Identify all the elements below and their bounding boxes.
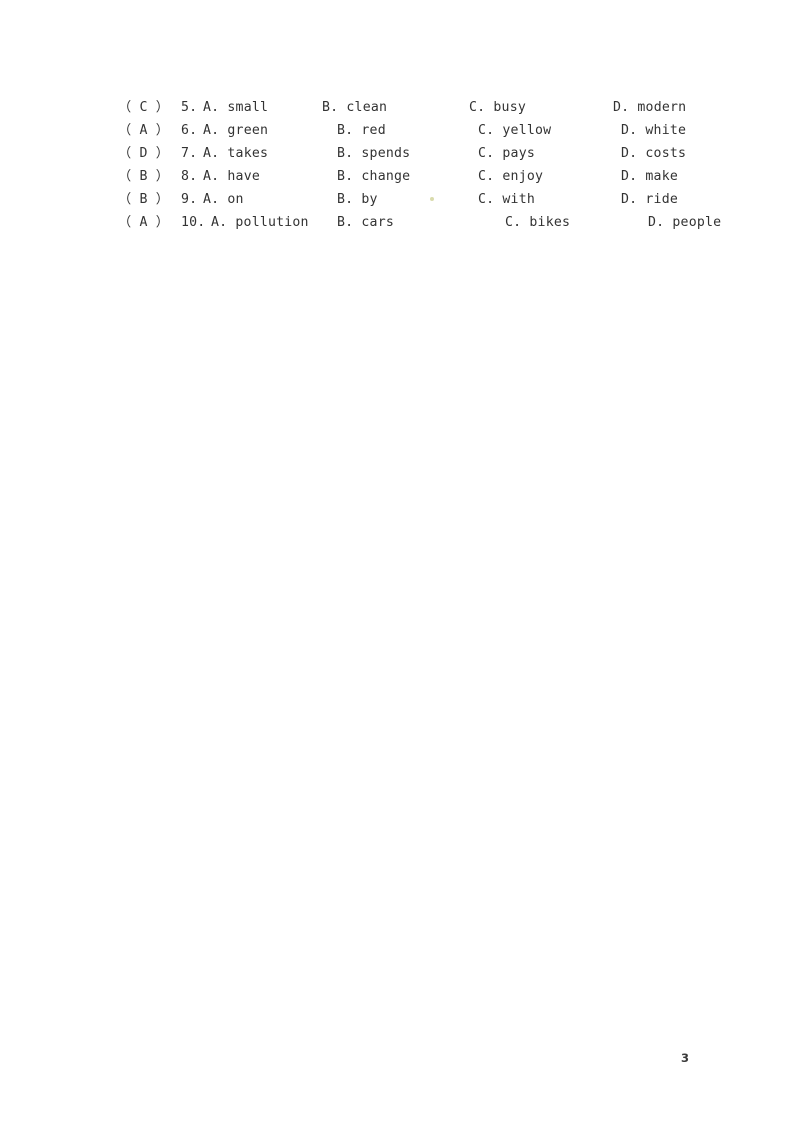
question-row-6: （ A ） 6. A. green B. red C. yellow D. wh… — [0, 122, 800, 145]
option-c-7[interactable]: C. pays — [478, 145, 535, 162]
question-number-10: 10. — [181, 215, 206, 230]
question-row-10: （ A ） 10. A. pollution B. cars C. bikes … — [0, 214, 800, 237]
option-a-7[interactable]: A. takes — [203, 145, 268, 162]
answer-marker-7: （ D ） — [118, 146, 170, 161]
option-a-5[interactable]: A. small — [203, 99, 268, 116]
question-number-7: 7. — [181, 146, 198, 161]
option-d-9[interactable]: D. ride — [621, 191, 678, 208]
option-b-7[interactable]: B. spends — [337, 145, 410, 162]
question-number-5: 5. — [181, 100, 198, 115]
option-a-9[interactable]: A. on — [203, 191, 244, 208]
answer-marker-6: （ A ） — [118, 123, 170, 138]
option-d-8[interactable]: D. make — [621, 168, 678, 185]
answer-marker-10: （ A ） — [118, 215, 170, 230]
answer-marker-8: （ B ） — [118, 169, 170, 184]
option-c-6[interactable]: C. yellow — [478, 122, 551, 139]
question-number-6: 6. — [181, 123, 198, 138]
option-b-9[interactable]: B. by — [337, 191, 378, 208]
option-a-6[interactable]: A. green — [203, 122, 268, 139]
answer-marker-9: （ B ） — [118, 192, 170, 207]
option-b-5[interactable]: B. clean — [322, 99, 387, 116]
question-row-9: （ B ） 9. A. on B. by C. with D. ride — [0, 191, 800, 214]
answer-marker-5: （ C ） — [118, 100, 170, 115]
option-d-7[interactable]: D. costs — [621, 145, 686, 162]
option-c-9[interactable]: C. with — [478, 191, 535, 208]
option-d-6[interactable]: D. white — [621, 122, 686, 139]
scan-artifact-dot — [430, 197, 434, 201]
document-page: （ C ） 5. A. small B. clean C. busy D. mo… — [0, 0, 800, 1131]
page-number: 3 — [681, 1051, 690, 1065]
option-a-8[interactable]: A. have — [203, 168, 260, 185]
option-c-10[interactable]: C. bikes — [505, 214, 570, 231]
question-row-7: （ D ） 7. A. takes B. spends C. pays D. c… — [0, 145, 800, 168]
option-c-5[interactable]: C. busy — [469, 99, 526, 116]
question-row-5: （ C ） 5. A. small B. clean C. busy D. mo… — [0, 99, 800, 122]
option-d-10[interactable]: D. people — [648, 214, 721, 231]
question-row-8: （ B ） 8. A. have B. change C. enjoy D. m… — [0, 168, 800, 191]
option-b-6[interactable]: B. red — [337, 122, 386, 139]
option-b-10[interactable]: B. cars — [337, 214, 394, 231]
option-c-8[interactable]: C. enjoy — [478, 168, 543, 185]
option-d-5[interactable]: D. modern — [613, 99, 686, 116]
option-b-8[interactable]: B. change — [337, 168, 410, 185]
question-number-9: 9. — [181, 192, 198, 207]
question-number-8: 8. — [181, 169, 198, 184]
option-a-10[interactable]: A. pollution — [211, 214, 309, 231]
